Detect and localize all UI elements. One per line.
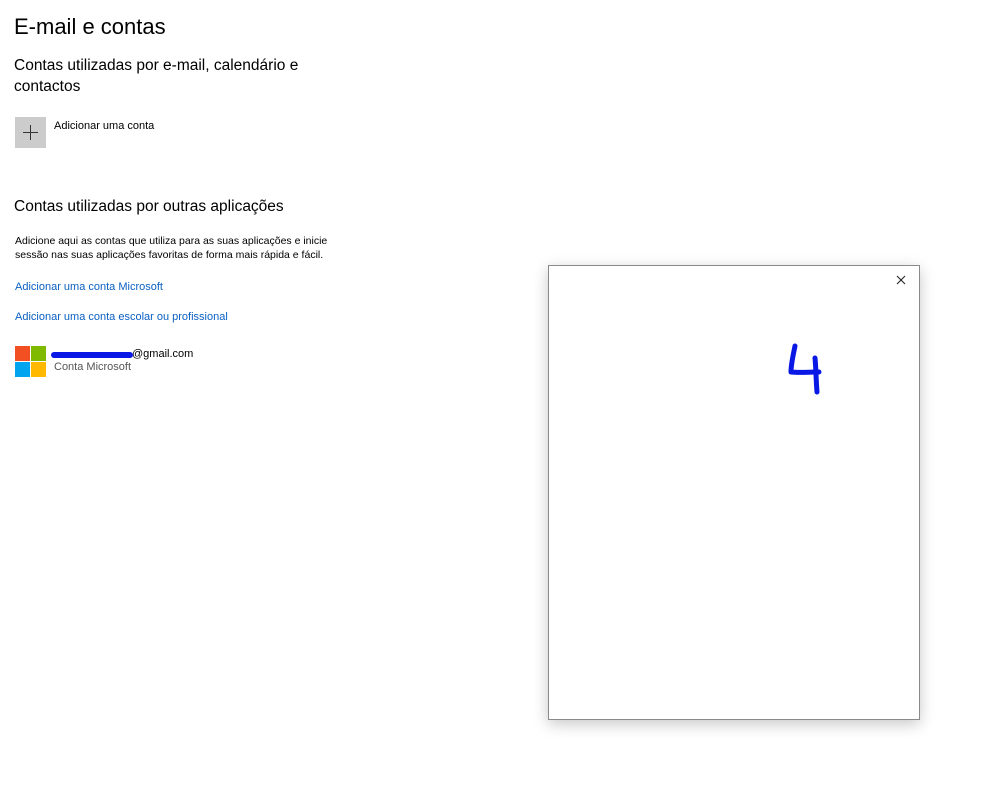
- account-email-text: @gmail.com: [132, 348, 194, 360]
- account-email: @gmail.com: [51, 348, 194, 360]
- page-title: E-mail e contas: [14, 14, 166, 39]
- add-account-button[interactable]: Adicionar uma conta: [15, 117, 154, 148]
- handwritten-annotation: [785, 342, 825, 403]
- microsoft-logo-icon: [15, 346, 46, 377]
- redaction-mark: [51, 352, 133, 358]
- account-type: Conta Microsoft: [54, 361, 132, 373]
- close-icon[interactable]: [893, 272, 909, 288]
- other-apps-description: Adicione aqui as contas que utiliza para…: [15, 235, 328, 261]
- other-apps-accounts-heading: Contas utilizadas por outras aplicações: [14, 198, 284, 215]
- email-accounts-heading: Contas utilizadas por e-mail, calendário…: [14, 57, 299, 95]
- email-accounts-settings-page: E-mail e contas Contas utilizadas por e-…: [0, 0, 999, 790]
- blank-popup-window: [548, 265, 920, 720]
- add-work-school-account-link[interactable]: Adicionar uma conta escolar ou profissio…: [15, 311, 228, 323]
- add-microsoft-account-link[interactable]: Adicionar uma conta Microsoft: [15, 281, 163, 293]
- plus-icon: [15, 117, 46, 148]
- microsoft-account-item[interactable]: @gmail.com Conta Microsoft: [15, 346, 193, 377]
- add-account-label: Adicionar uma conta: [54, 120, 155, 132]
